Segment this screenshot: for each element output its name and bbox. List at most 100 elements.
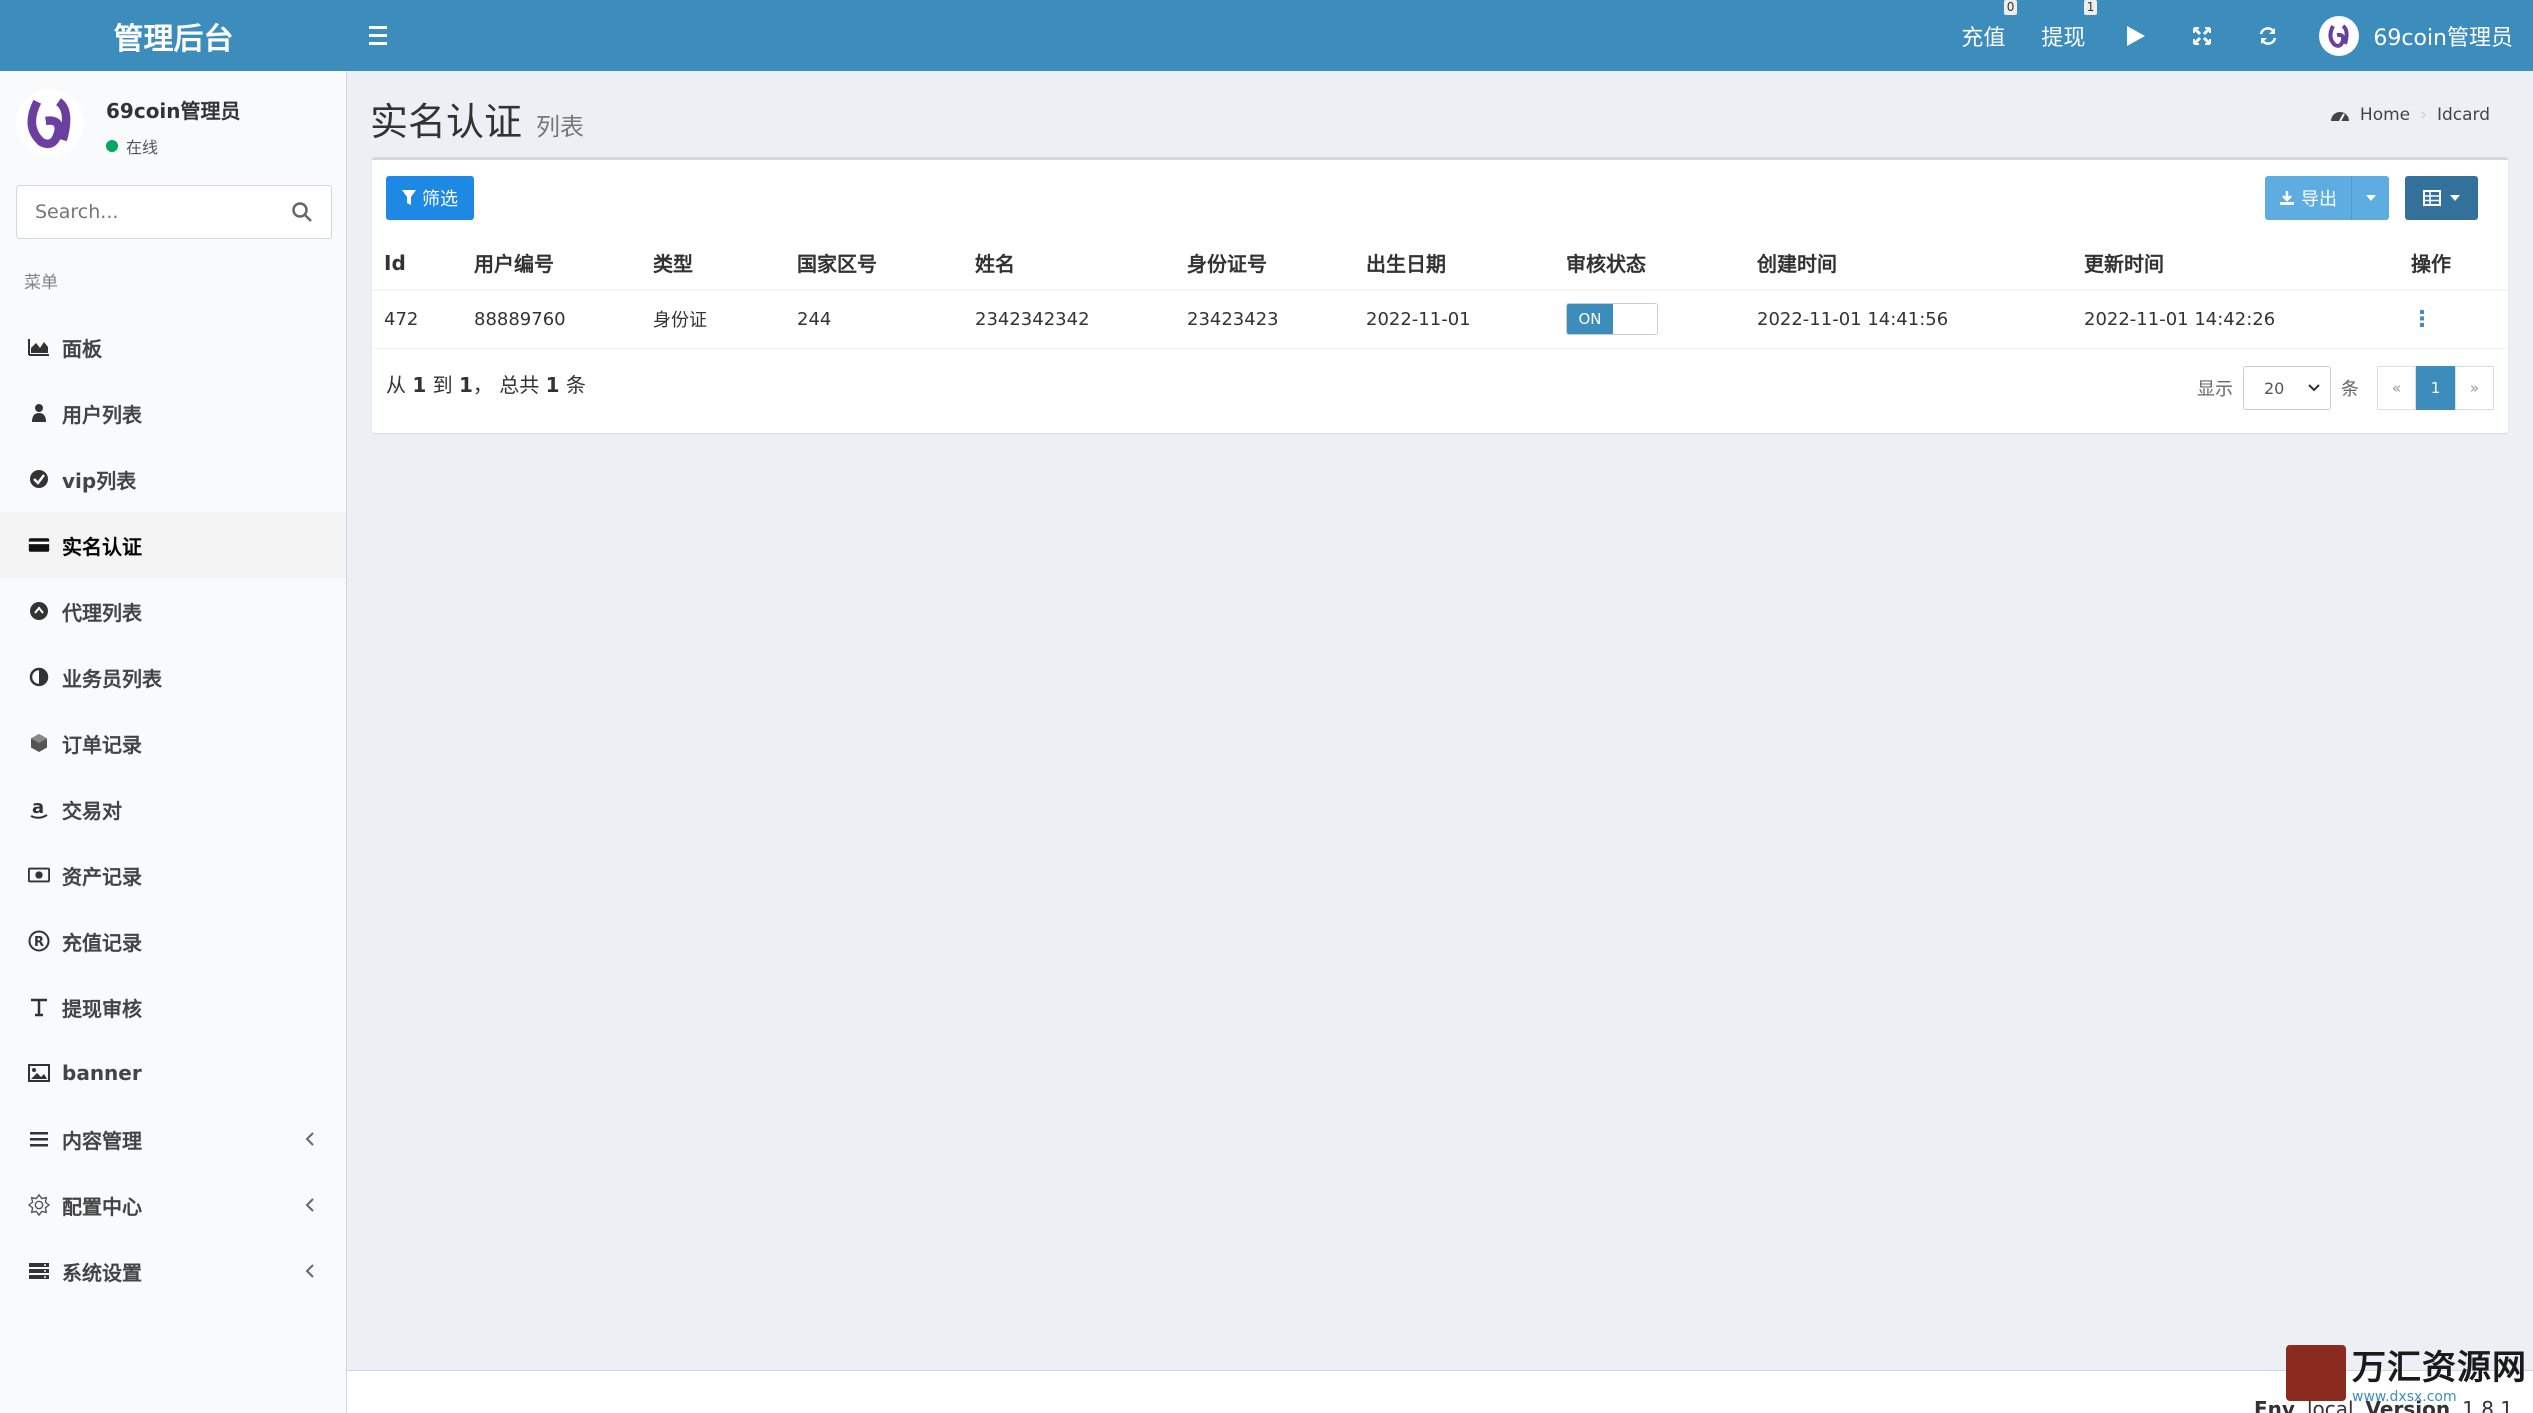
column-header: 更新时间 bbox=[2072, 236, 2399, 291]
cell-user-no: 88889760 bbox=[462, 290, 641, 349]
sidebar-item-dashboard[interactable]: 面板 bbox=[0, 314, 346, 380]
sidebar-item-config[interactable]: 配置中心 bbox=[0, 1172, 346, 1238]
column-header: 操作 bbox=[2399, 236, 2508, 291]
recharge-badge: 0 bbox=[2003, 0, 2018, 15]
chevron-left-icon bbox=[305, 1264, 314, 1278]
sun-icon bbox=[28, 1193, 50, 1217]
status-badge: 在线 bbox=[106, 134, 241, 158]
cell-created-at: 2022-11-01 14:41:56 bbox=[1745, 290, 2072, 349]
caret-down-icon bbox=[2449, 195, 2460, 201]
search-input[interactable] bbox=[35, 201, 291, 223]
column-header: 类型 bbox=[641, 236, 785, 291]
sidebar: 69coin管理员 在线 菜单 面板 用户列表 vip列表 实名认证 bbox=[0, 71, 347, 1413]
page-subtitle: 列表 bbox=[536, 113, 585, 141]
grid-box: 筛选 导出 Id 用户编号 类型 国家区号 姓名 身份证号 出生日期 审核状态 … bbox=[372, 157, 2508, 433]
sidebar-item-orders[interactable]: 订单记录 bbox=[0, 710, 346, 776]
user-menu[interactable]: 69coin管理员 bbox=[2319, 15, 2513, 56]
svg-text:R: R bbox=[34, 935, 44, 950]
watermark-logo-icon bbox=[2286, 1344, 2346, 1401]
menu-header: 菜单 bbox=[24, 273, 58, 293]
registered-icon: R bbox=[28, 930, 50, 952]
dashboard-icon bbox=[2330, 112, 2349, 122]
sidebar-item-agents[interactable]: 代理列表 bbox=[0, 578, 346, 644]
filter-icon bbox=[402, 190, 416, 205]
sidebar-item-vip[interactable]: vip列表 bbox=[0, 446, 346, 512]
export-button-group: 导出 bbox=[2265, 176, 2389, 220]
sidebar-item-salesmen[interactable]: 业务员列表 bbox=[0, 644, 346, 710]
column-header[interactable]: Id bbox=[372, 236, 462, 291]
check-circle-icon bbox=[28, 468, 50, 490]
top-navbar: 管理后台 充值 0 提现 1 69coin管理员 bbox=[0, 0, 2533, 71]
sidebar-item-trading-pairs[interactable]: a 交易对 bbox=[0, 776, 346, 842]
row-actions-icon[interactable]: ⋮ bbox=[2411, 307, 2433, 332]
hamburger-icon bbox=[369, 25, 387, 29]
user-panel: 69coin管理员 在线 bbox=[16, 89, 241, 158]
withdraw-link[interactable]: 提现 1 bbox=[2041, 0, 2098, 52]
breadcrumb: Home › Idcard bbox=[2330, 105, 2490, 125]
cell-updated-at: 2022-11-01 14:42:26 bbox=[2072, 290, 2399, 349]
cell-id-number: 23423423 bbox=[1175, 290, 1354, 349]
chevron-circle-icon bbox=[28, 600, 50, 622]
column-header: 审核状态 bbox=[1554, 236, 1745, 291]
chevron-left-icon bbox=[305, 1132, 314, 1146]
column-header: 出生日期 bbox=[1354, 236, 1554, 291]
breadcrumb-current: Idcard bbox=[2436, 105, 2490, 125]
per-page-select[interactable]: 20 bbox=[2243, 366, 2331, 410]
column-selector-button[interactable] bbox=[2405, 176, 2478, 220]
prev-page-button[interactable]: « bbox=[2377, 366, 2416, 410]
caret-down-icon bbox=[2365, 195, 2376, 201]
next-page-button[interactable]: » bbox=[2455, 366, 2494, 410]
half-circle-icon bbox=[28, 666, 50, 688]
id-card-icon bbox=[28, 534, 50, 556]
avatar bbox=[16, 89, 84, 157]
cell-name: 2342342342 bbox=[963, 290, 1175, 349]
data-table: Id 用户编号 类型 国家区号 姓名 身份证号 出生日期 审核状态 创建时间 更… bbox=[372, 236, 2508, 349]
column-header: 国家区号 bbox=[785, 236, 963, 291]
table-header-row: Id 用户编号 类型 国家区号 姓名 身份证号 出生日期 审核状态 创建时间 更… bbox=[372, 236, 2508, 291]
bars-icon bbox=[28, 1128, 50, 1150]
sidebar-item-content[interactable]: 内容管理 bbox=[0, 1106, 346, 1172]
sidebar-toggle-button[interactable] bbox=[365, 20, 395, 50]
text-height-icon bbox=[28, 996, 50, 1018]
cube-icon bbox=[28, 732, 50, 754]
server-icon bbox=[28, 1260, 50, 1282]
chevron-down-icon bbox=[2308, 384, 2320, 392]
column-header: 身份证号 bbox=[1175, 236, 1354, 291]
play-icon[interactable] bbox=[2121, 21, 2151, 51]
status-toggle[interactable]: ON bbox=[1566, 303, 1658, 336]
breadcrumb-home[interactable]: Home bbox=[2360, 105, 2410, 125]
cell-country-code: 244 bbox=[785, 290, 963, 349]
sidebar-item-system[interactable]: 系统设置 bbox=[0, 1238, 346, 1304]
filter-button[interactable]: 筛选 bbox=[386, 176, 474, 220]
footer: Env local Version 1.8.1 bbox=[347, 1370, 2533, 1413]
sidebar-menu: 面板 用户列表 vip列表 实名认证 代理列表 业务员列表 订单记录 a 交易对 bbox=[0, 314, 346, 1304]
amazon-icon: a bbox=[28, 798, 50, 820]
page-button[interactable]: 1 bbox=[2416, 366, 2455, 410]
pagination-summary: 从 1 到 1， 总共 1 条 bbox=[386, 373, 586, 397]
export-dropdown-toggle[interactable] bbox=[2351, 176, 2389, 220]
column-header: 姓名 bbox=[963, 236, 1175, 291]
users-icon bbox=[28, 402, 50, 424]
column-header: 创建时间 bbox=[1745, 236, 2072, 291]
search-icon[interactable] bbox=[291, 201, 313, 223]
table-row: 472 88889760 身份证 244 2342342342 23423423… bbox=[372, 290, 2508, 349]
brand-logo[interactable]: 管理后台 bbox=[0, 0, 347, 71]
download-icon bbox=[2280, 191, 2294, 205]
sidebar-item-users[interactable]: 用户列表 bbox=[0, 380, 346, 446]
online-dot-icon bbox=[106, 140, 118, 152]
refresh-icon[interactable] bbox=[2253, 21, 2283, 51]
sidebar-item-withdraw[interactable]: 提现审核 bbox=[0, 974, 346, 1040]
sidebar-item-idcard[interactable]: 实名认证 bbox=[0, 512, 346, 578]
export-button[interactable]: 导出 bbox=[2265, 176, 2351, 220]
image-icon bbox=[28, 1062, 50, 1084]
pagination: 显示 20 条 « 1 » bbox=[2197, 366, 2494, 410]
fullscreen-icon[interactable] bbox=[2187, 21, 2217, 51]
recharge-link[interactable]: 充值 0 bbox=[1961, 0, 2018, 52]
sidebar-item-banner[interactable]: banner bbox=[0, 1040, 346, 1106]
sidebar-item-assets[interactable]: 资产记录 bbox=[0, 842, 346, 908]
avatar bbox=[2319, 15, 2360, 56]
money-icon bbox=[28, 864, 50, 886]
page-title: 实名认证 列表 bbox=[370, 100, 585, 144]
sidebar-item-recharge[interactable]: R 充值记录 bbox=[0, 908, 346, 974]
navbar-right: 充值 0 提现 1 69coin管理员 bbox=[1961, 0, 2513, 71]
